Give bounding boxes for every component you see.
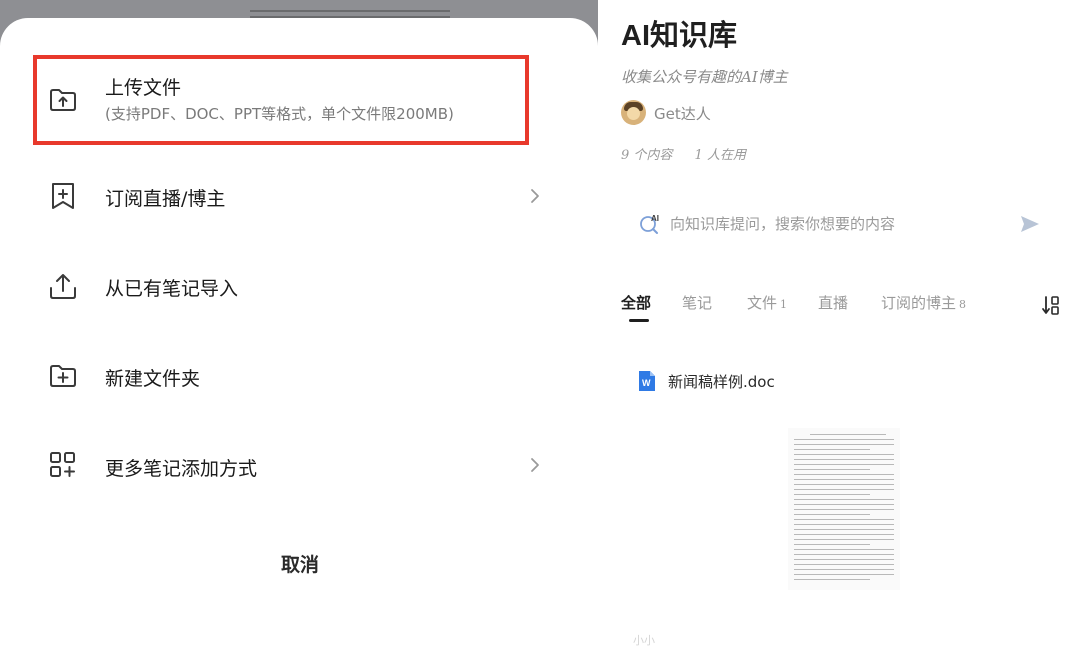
svg-text:AI: AI — [651, 214, 659, 223]
tab-live[interactable]: 直播 — [818, 292, 848, 313]
import-notes-option[interactable]: 从已有笔记导入 — [0, 247, 598, 327]
new-folder-option[interactable]: 新建文件夹 — [0, 337, 598, 417]
author-name: Get达人 — [654, 105, 711, 123]
import-upload-icon — [46, 269, 80, 303]
new-folder-label: 新建文件夹 — [105, 368, 201, 390]
subscribe-label: 订阅直播/博主 — [105, 188, 226, 210]
subscribe-bookmark-icon — [46, 179, 80, 213]
ai-search-icon: AI — [638, 212, 662, 236]
bottom-sheet: 上传文件 (支持PDF、DOC、PPT等格式，单个文件限200MB) 订阅直播/… — [0, 18, 598, 650]
search-placeholder: 向知识库提问，搜索你想要的内容 — [670, 215, 896, 233]
more-ways-option[interactable]: 更多笔记添加方式 — [0, 425, 598, 505]
cancel-button[interactable]: 取消 — [200, 545, 400, 585]
sort-icon[interactable] — [1041, 294, 1061, 316]
send-icon[interactable] — [1019, 213, 1041, 235]
tab-all[interactable]: 全部 — [621, 292, 651, 313]
highlight-box — [33, 55, 529, 145]
search-input[interactable]: AI 向知识库提问，搜索你想要的内容 — [622, 196, 1054, 252]
grid-add-icon — [46, 448, 80, 482]
kb-description: 收集公众号有趣的AI博主 — [621, 68, 788, 86]
new-folder-icon — [46, 359, 80, 393]
tab-subscribed-bloggers[interactable]: 订阅的博主 8 — [881, 292, 966, 313]
document-preview[interactable] — [788, 428, 900, 590]
word-doc-icon: W — [638, 370, 656, 392]
add-content-panel: 上传文件 (支持PDF、DOC、PPT等格式，单个文件限200MB) 订阅直播/… — [0, 0, 598, 650]
tab-notes[interactable]: 笔记 — [682, 292, 712, 313]
chevron-right-icon — [527, 188, 543, 204]
watermark: 小小 — [633, 634, 655, 647]
avatar — [621, 100, 646, 125]
knowledge-base-panel: AI知识库 收集公众号有趣的AI博主 Get达人 9 个内容 1 人在用 AI … — [608, 0, 1080, 650]
page-title: AI知识库 — [621, 20, 738, 52]
tab-files[interactable]: 文件 1 — [747, 292, 787, 313]
subscribe-option[interactable]: 订阅直播/博主 — [0, 157, 598, 237]
user-count: 1 人在用 — [694, 148, 746, 163]
import-notes-label: 从已有笔记导入 — [105, 278, 239, 300]
content-count: 9 个内容 — [621, 148, 673, 163]
file-name: 新闻稿样例.doc — [668, 373, 775, 391]
panel-divider — [598, 0, 608, 650]
kb-stats: 9 个内容 1 人在用 — [621, 144, 764, 163]
svg-text:W: W — [642, 378, 651, 388]
active-tab-indicator — [629, 319, 649, 322]
chevron-right-icon — [527, 457, 543, 473]
more-ways-label: 更多笔记添加方式 — [105, 458, 258, 480]
filter-tabs: 全部 笔记 文件 1 直播 订阅的博主 8 — [621, 292, 1071, 332]
